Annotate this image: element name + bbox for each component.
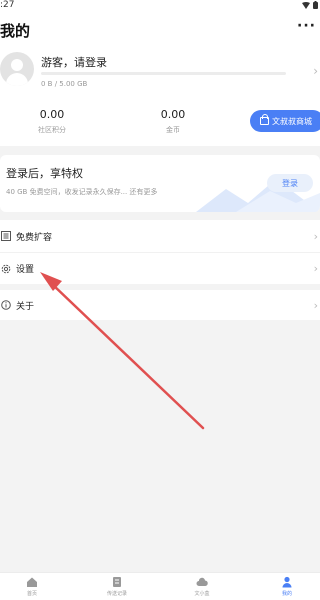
records-icon bbox=[113, 577, 121, 587]
menu-item-label: 关于 bbox=[16, 301, 35, 312]
page-title: 我的 bbox=[0, 22, 31, 40]
tab-label: 我的 bbox=[281, 591, 292, 597]
stat-community-points[interactable]: 0.00 社区积分 bbox=[34, 108, 70, 135]
menu-item-free-expansion[interactable]: 免费扩容 › bbox=[0, 220, 320, 252]
status-icons bbox=[302, 1, 318, 9]
chevron-right-icon: › bbox=[313, 229, 318, 243]
menu-item-about[interactable]: 关于 › bbox=[0, 290, 320, 320]
chevron-right-icon: › bbox=[313, 298, 318, 312]
cloud-icon bbox=[196, 577, 208, 586]
status-bar: :27 bbox=[0, 0, 320, 12]
stat-value: 0.00 bbox=[39, 108, 65, 121]
user-icon bbox=[282, 576, 292, 588]
tab-records[interactable]: 传送记录 bbox=[97, 576, 137, 597]
tab-label: 传送记录 bbox=[106, 591, 127, 597]
list-icon bbox=[1, 231, 11, 241]
promo-login-button[interactable]: 登录 bbox=[267, 174, 313, 192]
mall-button-label: 文叔叔商城 bbox=[272, 116, 312, 126]
stat-label: 金币 bbox=[166, 126, 180, 134]
gear-icon bbox=[1, 264, 11, 273]
storage-quota-text: 0 B / 5.00 GB bbox=[41, 80, 88, 88]
tab-home[interactable]: 首页 bbox=[12, 576, 52, 597]
promo-description: 40 GB 免费空间，收发记录永久保存... 还有更多 bbox=[6, 188, 158, 196]
menu-item-settings[interactable]: 设置 › bbox=[0, 252, 320, 284]
promo-title: 登录后，享特权 bbox=[6, 167, 83, 180]
privilege-promo-card: 登录后，享特权 40 GB 免费空间，收发记录永久保存... 还有更多 登录 bbox=[0, 155, 320, 212]
info-icon bbox=[1, 300, 11, 310]
stat-value: 0.00 bbox=[160, 108, 186, 121]
stat-coins[interactable]: 0.00 金币 bbox=[155, 108, 191, 135]
chevron-right-icon: › bbox=[313, 262, 318, 275]
tab-box[interactable]: 文小盒 bbox=[182, 576, 222, 597]
storage-quota-bar bbox=[41, 72, 286, 75]
tab-label: 文小盒 bbox=[194, 591, 210, 597]
chevron-right-icon[interactable]: › bbox=[313, 64, 318, 78]
home-icon bbox=[27, 577, 37, 587]
menu-item-label: 设置 bbox=[16, 265, 35, 275]
battery-icon bbox=[313, 1, 318, 9]
menu-group: 免费扩容 › 设置 › bbox=[0, 220, 320, 284]
avatar[interactable] bbox=[0, 52, 34, 86]
mall-button[interactable]: 文叔叔商城 bbox=[250, 110, 320, 132]
tab-mine[interactable]: 我的 bbox=[267, 576, 307, 597]
menu-group: 关于 › bbox=[0, 290, 320, 320]
more-options-button[interactable]: ··· bbox=[297, 18, 316, 34]
bottom-tab-bar: 首页 传送记录 文小盒 我的 bbox=[0, 572, 320, 600]
page-header: 我的 ··· bbox=[0, 12, 320, 48]
profile-card: 游客，请登录 0 B / 5.00 GB › 0.00 社区积分 0.00 金币… bbox=[0, 48, 320, 146]
tab-label: 首页 bbox=[26, 591, 37, 597]
wifi-icon bbox=[302, 1, 310, 9]
status-time: :27 bbox=[0, 0, 15, 10]
stat-label: 社区积分 bbox=[38, 126, 66, 134]
shopping-bag-icon bbox=[260, 114, 269, 125]
menu-item-label: 免费扩容 bbox=[16, 232, 53, 243]
login-prompt[interactable]: 游客，请登录 bbox=[41, 54, 107, 70]
